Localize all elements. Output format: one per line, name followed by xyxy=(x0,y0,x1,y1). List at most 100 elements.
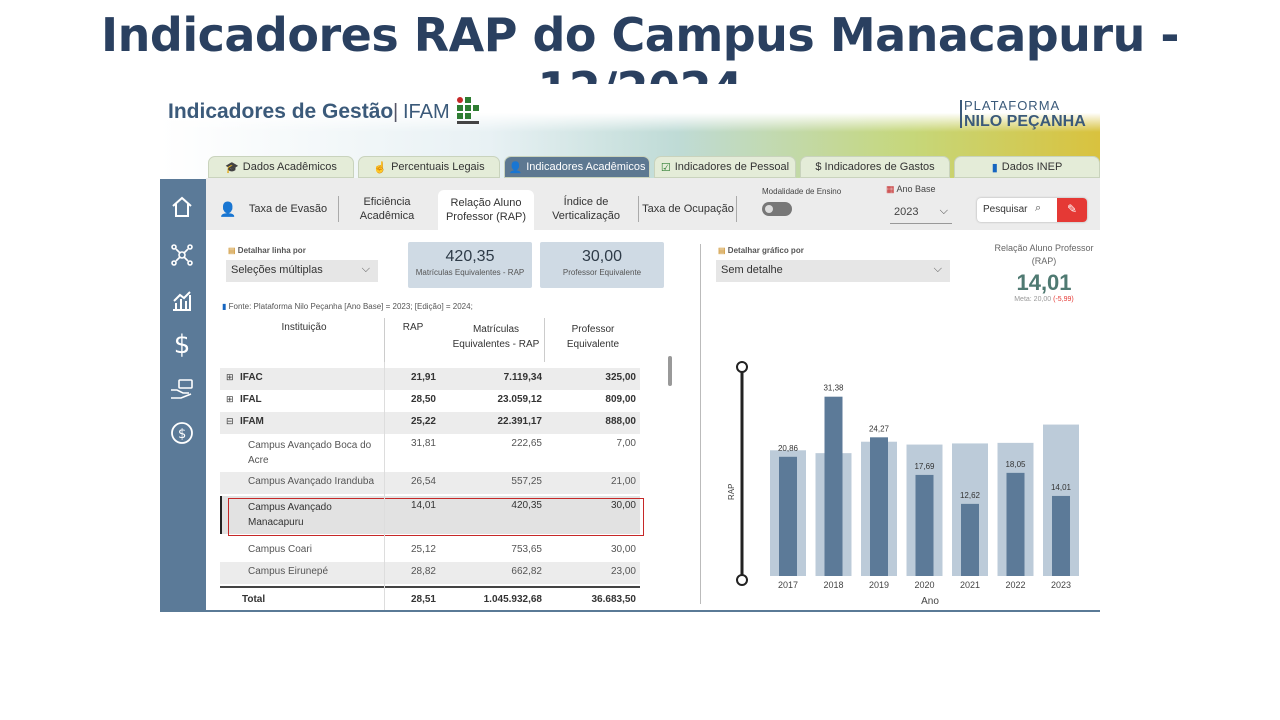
subtab-taxa-evasao[interactable]: Taxa de Evasão xyxy=(242,192,334,226)
data-label-2021: 12,62 xyxy=(960,491,981,500)
sub-tabs: 👤 Taxa de Evasão Eficiência Acadêmica Re… xyxy=(206,178,1100,230)
table-total-row: Total 28,51 1.045.932,68 36.683,50 xyxy=(242,594,636,605)
data-label-2020: 17,69 xyxy=(914,462,935,471)
bar-rap-2022[interactable] xyxy=(1006,472,1025,576)
subtab-eficiencia[interactable]: Eficiência Acadêmica xyxy=(342,192,432,226)
tab-indicadores-gastos[interactable]: $ Indicadores de Gastos xyxy=(800,156,950,178)
table-row[interactable]: Campus Avançado Boca do Acre 31,81 222,6… xyxy=(220,434,640,470)
data-label-2018: 31,38 xyxy=(823,384,844,393)
student-avatar-icon: 👤 xyxy=(219,201,237,217)
calendar-icon: ▦ xyxy=(886,184,895,194)
ano-base-select[interactable]: 2023 ⌵ xyxy=(890,202,952,224)
tab-indicadores-pessoal[interactable]: ☑ Indicadores de Pessoal xyxy=(654,156,796,178)
tab-dados-academicos[interactable]: 🎓 Dados Acadêmicos xyxy=(208,156,354,178)
x-tick-2021: 2021 xyxy=(960,580,980,590)
main-tabs: 🎓 Dados Acadêmicos ☝ Percentuais Legais 👤 I… xyxy=(206,156,1100,178)
detail-row-label: Detalhar linha por xyxy=(237,246,306,255)
chevron-down-icon: ⌵ xyxy=(933,263,942,275)
refresh-dollar-icon[interactable]: $ xyxy=(168,419,196,447)
data-label-2023: 14,01 xyxy=(1051,483,1072,492)
bar-rap-2020[interactable] xyxy=(915,474,934,576)
x-axis-label: Ano xyxy=(921,596,939,607)
sidebar: $ $ xyxy=(160,179,206,610)
chart-icon[interactable] xyxy=(168,287,196,315)
table-header: Instituição RAP Matrículas Equivalentes … xyxy=(220,318,640,362)
ano-base-label: Ano Base xyxy=(896,184,936,194)
subtab-taxa-ocupacao[interactable]: Taxa de Ocupação xyxy=(642,192,734,226)
table-row[interactable]: ⊞ IFAC 21,91 7.119,34 325,00 xyxy=(220,368,640,390)
kpi-professor: 30,00 Professor Equivalente xyxy=(540,242,664,288)
dollar-icon[interactable]: $ xyxy=(168,330,196,360)
data-label-2019: 24,27 xyxy=(869,424,890,433)
table-row[interactable]: ⊟ IFAM 25,22 22.391,17 888,00 xyxy=(220,412,640,434)
network-icon[interactable] xyxy=(168,241,196,269)
checkbox-icon: ☑ xyxy=(660,161,671,174)
kpi-matriculas: 420,35 Matrículas Equivalentes - RAP xyxy=(408,242,532,288)
chevron-down-icon: ⌵ xyxy=(361,263,370,275)
x-tick-2023: 2023 xyxy=(1051,580,1071,590)
eraser-icon: ✎ xyxy=(1066,202,1078,216)
search-icon: ⌕ xyxy=(1035,202,1042,214)
table-row[interactable]: Campus Coari 25,12 753,65 30,00 xyxy=(220,540,640,562)
modalidade-label: Modalidade de Ensino xyxy=(762,187,842,196)
svg-text:$: $ xyxy=(178,427,186,442)
bar-rap-2021[interactable] xyxy=(961,503,979,576)
expand-icon[interactable]: ⊞ xyxy=(226,372,234,383)
hand-money-icon[interactable] xyxy=(168,375,196,403)
x-tick-2019: 2019 xyxy=(869,580,889,590)
rap-kpi-value: 14,01 xyxy=(1016,270,1072,295)
collapse-icon[interactable]: ⊟ xyxy=(226,416,234,427)
rap-kpi-title: Relação Aluno Professor (RAP) xyxy=(994,243,1094,266)
app-title: Indicadores de Gestão xyxy=(168,100,394,123)
subtab-rap[interactable]: Relação Aluno Professor (RAP) xyxy=(438,190,534,230)
table-row[interactable]: Campus Avançado Iranduba 26,54 557,25 21… xyxy=(220,472,640,494)
detail-chart-label: Detalhar gráfico por xyxy=(727,246,804,255)
x-tick-2018: 2018 xyxy=(823,580,843,590)
table-row-selected[interactable]: Campus Avançado Manacapuru 14,01 420,35 … xyxy=(220,496,644,536)
dashboard-screenshot: Indicadores de Gestão | IFAM PLATAFORMA … xyxy=(160,84,1100,612)
x-tick-2020: 2020 xyxy=(914,580,934,590)
zoom-slider-handle-bottom[interactable] xyxy=(736,574,748,586)
table-row[interactable]: ⊞ IFAL 28,50 23.059,12 809,00 xyxy=(220,390,640,412)
bar-chart-icon: ▮ xyxy=(991,161,998,174)
tab-indicadores-academicos[interactable]: 👤 Indicadores Acadêmicos xyxy=(504,156,650,178)
data-label-2017: 20,86 xyxy=(778,444,799,453)
pointer-icon: ☝ xyxy=(373,161,388,174)
graduation-cap-icon: 🎓 xyxy=(225,161,239,174)
meta-text: Meta: 20,00 xyxy=(1014,296,1052,303)
meta-delta: (-5,99) xyxy=(1053,296,1074,303)
book-icon: ▮ xyxy=(222,302,227,311)
expand-icon[interactable]: ⊞ xyxy=(226,394,234,405)
x-tick-2017: 2017 xyxy=(778,580,798,590)
rap-bar-chart: RAP 20,86 2017 31,38 2018 24,27 2019 17,69 2020… xyxy=(727,361,1079,607)
source-note: Fonte: Plataforma Nilo Peçanha [Ano Base… xyxy=(228,302,473,311)
y-axis-label: RAP xyxy=(727,484,736,500)
table-scrollbar[interactable] xyxy=(668,356,672,386)
x-tick-2022: 2022 xyxy=(1005,580,1025,590)
tab-percentuais-legais[interactable]: ☝ Percentuais Legais xyxy=(358,156,500,178)
home-icon[interactable] xyxy=(168,193,196,221)
bar-rap-2018[interactable] xyxy=(824,396,843,576)
eraser-button[interactable]: ✎ xyxy=(1057,198,1087,222)
data-label-2022: 18,05 xyxy=(1005,460,1026,469)
search-box[interactable]: Pesquisar ⌕ ✎ xyxy=(977,198,1087,222)
filter-icon: ▤ xyxy=(228,246,236,255)
bar-rap-2017[interactable] xyxy=(779,456,797,576)
zoom-slider-handle-top[interactable] xyxy=(736,361,748,373)
title-separator: | xyxy=(393,101,399,123)
subtab-verticalizacao[interactable]: Índice de Verticalização xyxy=(536,192,636,226)
detail-chart-select[interactable]: Sem detalhe ⌵ xyxy=(716,260,950,282)
filter-icon: ▤ xyxy=(718,246,726,255)
tab-dados-inep[interactable]: ▮ Dados INEP xyxy=(954,156,1100,178)
modalidade-toggle[interactable] xyxy=(762,202,792,216)
org-name: IFAM xyxy=(403,101,450,123)
student-icon: 👤 xyxy=(508,161,523,174)
plataforma-logo: PLATAFORMA NILO PEÇANHA xyxy=(960,98,1086,130)
detail-row-select[interactable]: Seleções múltiplas ⌵ xyxy=(226,260,378,282)
chevron-down-icon: ⌵ xyxy=(939,205,948,217)
main-content: 👤 Taxa de Evasão Eficiência Acadêmica Re… xyxy=(206,178,1100,610)
if-logo-icon xyxy=(457,97,479,124)
bar-rap-2023[interactable] xyxy=(1052,495,1070,576)
table-row[interactable]: Campus Eirunepé 28,82 662,82 23,00 xyxy=(220,562,640,584)
bar-rap-2019[interactable] xyxy=(870,437,888,576)
